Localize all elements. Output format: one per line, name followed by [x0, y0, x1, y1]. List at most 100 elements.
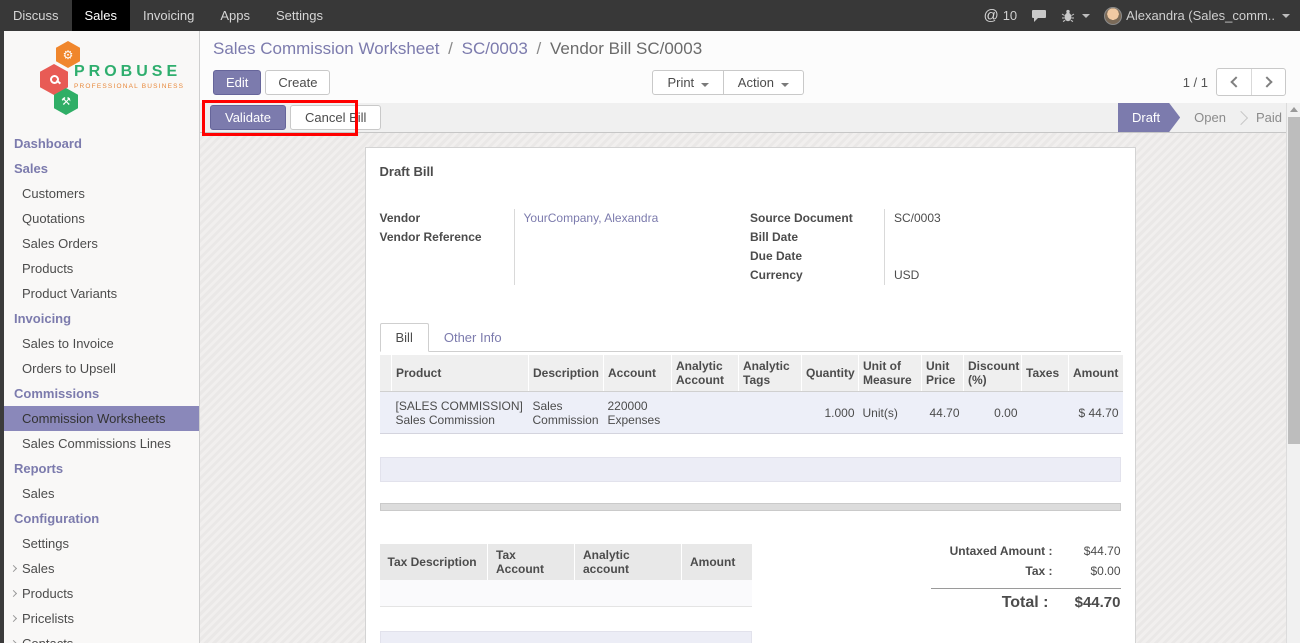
- due-date-value[interactable]: [894, 247, 1121, 266]
- col-unit-of-measure: Unit of Measure: [859, 355, 922, 392]
- sidebar-item-dashboard[interactable]: Dashboard: [4, 131, 199, 156]
- tab-other-info[interactable]: Other Info: [429, 324, 517, 351]
- sidebar-item-orders-to-upsell[interactable]: Orders to Upsell: [4, 356, 199, 381]
- tab-bill[interactable]: Bill: [380, 323, 429, 352]
- breadcrumb-separator: /: [444, 39, 457, 58]
- sidebar-item-sales-commissions-lines[interactable]: Sales Commissions Lines: [4, 431, 199, 456]
- col-description: Description: [529, 355, 604, 392]
- sidebar-section-sales[interactable]: Sales: [4, 156, 199, 181]
- probuse-logo: ⚙ ⚒ PROBUSE PROFESSIONAL BUSINESS: [4, 37, 199, 121]
- col-tax-analytic-account: Analytic account: [575, 544, 682, 580]
- horizontal-scrollbar[interactable]: [380, 503, 1121, 511]
- cell-amount[interactable]: $ 44.70: [1069, 392, 1123, 434]
- sidebar-item-config-products[interactable]: Products: [4, 581, 199, 606]
- state-draft[interactable]: Draft: [1118, 103, 1180, 132]
- cell-taxes[interactable]: [1022, 392, 1069, 434]
- sidebar-item-pricelists[interactable]: Pricelists: [4, 606, 199, 631]
- sidebar-item-commission-worksheets[interactable]: Commission Worksheets: [4, 406, 199, 431]
- mentions-counter[interactable]: @ 10: [983, 7, 1017, 24]
- pager-previous-button[interactable]: [1217, 69, 1251, 95]
- validate-button[interactable]: Validate: [210, 105, 286, 130]
- tax-empty-row: [380, 580, 752, 606]
- nav-invoicing[interactable]: Invoicing: [130, 0, 207, 31]
- breadcrumb-worksheets[interactable]: Sales Commission Worksheet: [213, 39, 439, 58]
- chevron-right-icon: [10, 615, 17, 622]
- cell-product[interactable]: [SALES COMMISSION] Sales Commission: [392, 392, 529, 434]
- sidebar: ⚙ ⚒ PROBUSE PROFESSIONAL BUSINESS Dashbo…: [0, 31, 200, 643]
- col-analytic-tags: Analytic Tags: [739, 355, 802, 392]
- col-product: Product: [392, 355, 529, 392]
- edit-button[interactable]: Edit: [213, 70, 261, 95]
- nav-settings[interactable]: Settings: [263, 0, 336, 31]
- vendor-value[interactable]: YourCompany, Alexandra: [524, 209, 751, 228]
- state-open[interactable]: Open: [1180, 103, 1240, 132]
- untaxed-amount-label: Untaxed Amount :: [931, 544, 1063, 558]
- sidebar-item-product-variants[interactable]: Product Variants: [4, 281, 199, 306]
- user-name: Alexandra (Sales_comm..: [1126, 8, 1275, 23]
- bill-date-value[interactable]: [894, 228, 1121, 247]
- sidebar-item-contacts[interactable]: Contacts: [4, 631, 199, 643]
- cancel-bill-button[interactable]: Cancel Bill: [290, 105, 381, 130]
- due-date-label: Due Date: [750, 247, 884, 266]
- total-label: Total :: [931, 594, 1059, 612]
- bill-date-label: Bill Date: [750, 228, 884, 247]
- pager-counter: 1 / 1: [1183, 75, 1208, 90]
- sidebar-item-settings[interactable]: Settings: [4, 531, 199, 556]
- sidebar-item-sales-to-invoice[interactable]: Sales to Invoice: [4, 331, 199, 356]
- cell-unit-price[interactable]: 44.70: [922, 392, 964, 434]
- sheet-title: Draft Bill: [380, 164, 1121, 179]
- nav-discuss[interactable]: Discuss: [0, 0, 72, 31]
- sidebar-item-customers[interactable]: Customers: [4, 181, 199, 206]
- caret-down-icon: [1282, 14, 1290, 18]
- sidebar-item-label: Sales: [22, 561, 55, 576]
- nav-sales[interactable]: Sales: [72, 0, 131, 31]
- sidebar-section-invoicing[interactable]: Invoicing: [4, 306, 199, 331]
- cell-analytic-tags[interactable]: [739, 392, 802, 434]
- breadcrumb-separator: /: [533, 39, 546, 58]
- cell-discount[interactable]: 0.00: [964, 392, 1022, 434]
- scrollbar-up-button[interactable]: [1287, 103, 1300, 116]
- vertical-scrollbar[interactable]: [1286, 103, 1300, 643]
- sidebar-item-products[interactable]: Products: [4, 256, 199, 281]
- col-unit-price: Unit Price: [922, 355, 964, 392]
- breadcrumb-sc0003[interactable]: SC/0003: [462, 39, 528, 58]
- debug-menu[interactable]: [1061, 9, 1090, 23]
- chevron-right-icon: [10, 590, 17, 597]
- cell-quantity[interactable]: 1.000: [802, 392, 859, 434]
- mentions-count: 10: [1003, 8, 1017, 23]
- currency-value[interactable]: USD: [894, 266, 1121, 285]
- sidebar-item-reports-sales[interactable]: Sales: [4, 481, 199, 506]
- sidebar-item-config-sales[interactable]: Sales: [4, 556, 199, 581]
- cell-analytic-account[interactable]: [672, 392, 739, 434]
- breadcrumb: Sales Commission Worksheet / SC/0003 / V…: [213, 39, 1286, 59]
- sidebar-section-reports[interactable]: Reports: [4, 456, 199, 481]
- pager-next-button[interactable]: [1251, 69, 1285, 95]
- invoice-line-row[interactable]: [SALES COMMISSION] Sales Commission Sale…: [380, 392, 1123, 434]
- cell-description[interactable]: Sales Commission: [529, 392, 604, 434]
- untaxed-amount-value: $44.70: [1063, 544, 1121, 558]
- cell-account[interactable]: 220000 Expenses: [604, 392, 672, 434]
- vendor-label: Vendor: [380, 209, 514, 228]
- source-document-label: Source Document: [750, 209, 884, 228]
- sidebar-item-label: Contacts: [22, 636, 73, 643]
- col-tax-account: Tax Account: [488, 544, 575, 580]
- print-label: Print: [667, 75, 694, 90]
- messages-button[interactable]: [1031, 9, 1047, 23]
- vendor-reference-value[interactable]: [524, 228, 751, 247]
- caret-down-icon: [701, 83, 709, 87]
- user-menu[interactable]: Alexandra (Sales_comm..: [1104, 7, 1290, 25]
- invoice-lines-table: Product Description Account Analytic Acc…: [380, 355, 1123, 434]
- sidebar-item-sales-orders[interactable]: Sales Orders: [4, 231, 199, 256]
- print-dropdown[interactable]: Print: [652, 70, 723, 95]
- sidebar-section-commissions[interactable]: Commissions: [4, 381, 199, 406]
- action-label: Action: [738, 75, 774, 90]
- create-button[interactable]: Create: [265, 70, 330, 95]
- nav-apps[interactable]: Apps: [207, 0, 263, 31]
- sidebar-item-quotations[interactable]: Quotations: [4, 206, 199, 231]
- cell-unit-of-measure[interactable]: Unit(s): [859, 392, 922, 434]
- action-dropdown[interactable]: Action: [724, 70, 804, 95]
- sidebar-section-configuration[interactable]: Configuration: [4, 506, 199, 531]
- caret-down-icon: [1082, 14, 1090, 18]
- scrollbar-thumb[interactable]: [1288, 117, 1300, 444]
- chat-icon: [1031, 9, 1047, 23]
